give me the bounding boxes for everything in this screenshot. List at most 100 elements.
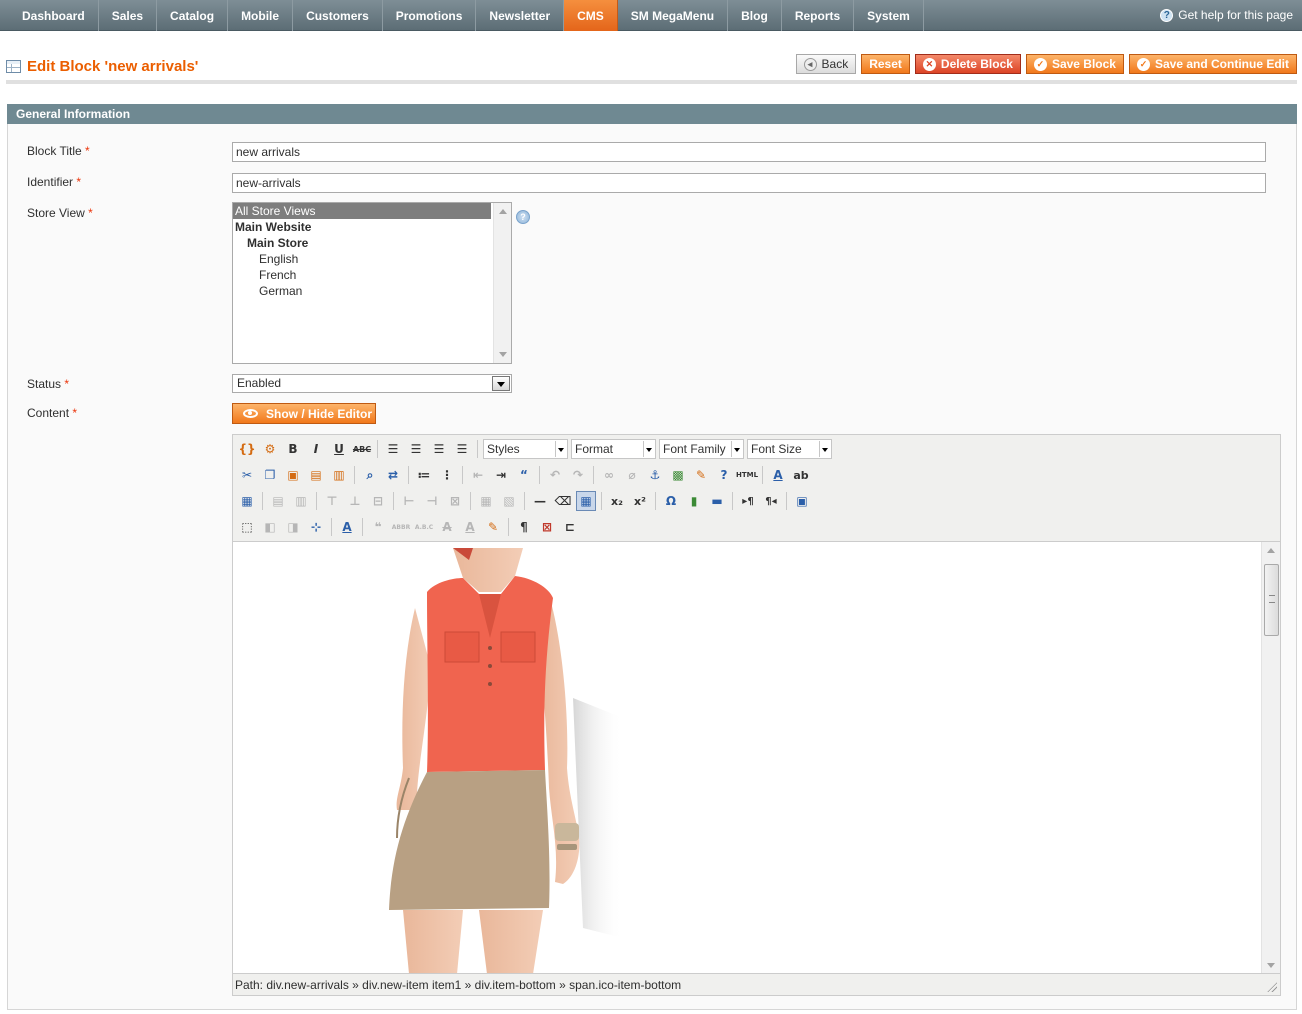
- deletion-icon[interactable]: A: [437, 517, 457, 537]
- reset-button[interactable]: Reset: [861, 54, 910, 74]
- show-hide-editor-button[interactable]: Show / Hide Editor: [232, 403, 376, 424]
- back-button[interactable]: ◂ Back: [795, 54, 857, 74]
- absolute-position-icon[interactable]: ⊹: [306, 517, 326, 537]
- nonbreaking-icon[interactable]: ⊠: [537, 517, 557, 537]
- nav-system[interactable]: System: [854, 0, 924, 31]
- nav-mobile[interactable]: Mobile: [228, 0, 294, 31]
- nav-promotions[interactable]: Promotions: [383, 0, 477, 31]
- cell-props-icon[interactable]: ▥: [291, 491, 311, 511]
- advanced-hr-icon[interactable]: ▬: [707, 491, 727, 511]
- link-icon[interactable]: ∞: [599, 465, 619, 485]
- strikethrough-icon[interactable]: ABC: [352, 439, 372, 459]
- horizontal-rule-icon[interactable]: —: [530, 491, 550, 511]
- nav-dashboard[interactable]: Dashboard: [9, 0, 99, 31]
- store-view-option[interactable]: French: [233, 267, 491, 283]
- abbreviation-icon[interactable]: ABBR: [391, 517, 411, 537]
- visual-aid-icon[interactable]: ▦: [576, 491, 596, 511]
- blockquote-icon[interactable]: “: [514, 465, 534, 485]
- delete-block-button[interactable]: ✕ Delete Block: [914, 54, 1021, 74]
- save-block-button[interactable]: ✓ Save Block: [1025, 54, 1124, 74]
- find-icon[interactable]: ⌕: [360, 465, 380, 485]
- remove-format-icon[interactable]: ⌫: [553, 491, 573, 511]
- paste-text-icon[interactable]: ▤: [306, 465, 326, 485]
- insert-layer-icon[interactable]: ⬚: [237, 517, 257, 537]
- fullscreen-icon[interactable]: ▣: [792, 491, 812, 511]
- ltr-icon[interactable]: ▸¶: [738, 491, 758, 511]
- paste-icon[interactable]: ▣: [283, 465, 303, 485]
- acronym-icon[interactable]: A.B.C: [414, 517, 434, 537]
- store-view-multiselect[interactable]: All Store Views Main Website Main Store …: [232, 202, 512, 364]
- insert-row-before-icon[interactable]: ⊤: [322, 491, 342, 511]
- rtl-icon[interactable]: ¶◂: [761, 491, 781, 511]
- media-icon[interactable]: ▮: [684, 491, 704, 511]
- align-justify-icon[interactable]: ☰: [452, 439, 472, 459]
- indent-icon[interactable]: ⇥: [491, 465, 511, 485]
- attributes-icon[interactable]: ✎: [483, 517, 503, 537]
- copy-icon[interactable]: ❐: [260, 465, 280, 485]
- font-size-dropdown[interactable]: Font Size: [747, 439, 832, 459]
- style-props-icon[interactable]: A: [337, 517, 357, 537]
- nav-customers[interactable]: Customers: [293, 0, 383, 31]
- highlight-color-icon[interactable]: ab: [791, 465, 811, 485]
- paste-word-icon[interactable]: ▥: [329, 465, 349, 485]
- cut-icon[interactable]: ✂: [237, 465, 257, 485]
- font-family-dropdown[interactable]: Font Family: [659, 439, 744, 459]
- italic-icon[interactable]: I: [306, 439, 326, 459]
- format-dropdown[interactable]: Format: [571, 439, 656, 459]
- replace-icon[interactable]: ⇄: [383, 465, 403, 485]
- insert-col-before-icon[interactable]: ⊢: [399, 491, 419, 511]
- align-center-icon[interactable]: ☰: [406, 439, 426, 459]
- save-continue-button[interactable]: ✓ Save and Continue Edit: [1128, 54, 1297, 74]
- unlink-icon[interactable]: ⌀: [622, 465, 642, 485]
- numbered-list-icon[interactable]: ⋮: [437, 465, 457, 485]
- status-select[interactable]: Enabled: [232, 374, 512, 393]
- text-color-icon[interactable]: A: [768, 465, 788, 485]
- pagebreak-icon[interactable]: ⊏: [560, 517, 580, 537]
- nav-blog[interactable]: Blog: [728, 0, 782, 31]
- store-view-option[interactable]: English: [233, 251, 491, 267]
- superscript-icon[interactable]: x²: [630, 491, 650, 511]
- row-props-icon[interactable]: ▤: [268, 491, 288, 511]
- visual-chars-icon[interactable]: ¶: [514, 517, 534, 537]
- split-cells-icon[interactable]: ▦: [476, 491, 496, 511]
- insert-row-after-icon[interactable]: ⊥: [345, 491, 365, 511]
- redo-icon[interactable]: ↷: [568, 465, 588, 485]
- cite-icon[interactable]: ❝: [368, 517, 388, 537]
- insert-variable-icon[interactable]: {}: [237, 439, 257, 459]
- cleanup-icon[interactable]: ✎: [691, 465, 711, 485]
- nav-sales[interactable]: Sales: [99, 0, 158, 31]
- nav-cms[interactable]: CMS: [564, 0, 618, 31]
- delete-col-icon[interactable]: ⊠: [445, 491, 465, 511]
- delete-row-icon[interactable]: ⊟: [368, 491, 388, 511]
- insert-col-after-icon[interactable]: ⊣: [422, 491, 442, 511]
- help-icon[interactable]: ?: [516, 210, 530, 224]
- underline-icon[interactable]: U: [329, 439, 349, 459]
- image-icon[interactable]: ▩: [668, 465, 688, 485]
- outdent-icon[interactable]: ⇤: [468, 465, 488, 485]
- nav-sm-megamenu[interactable]: SM MegaMenu: [618, 0, 729, 31]
- block-title-input[interactable]: [232, 142, 1266, 162]
- editor-scrollbar[interactable]: [1261, 542, 1280, 973]
- insert-widget-icon[interactable]: ⚙: [260, 439, 280, 459]
- table-icon[interactable]: ▦: [237, 491, 257, 511]
- store-view-option[interactable]: German: [233, 283, 491, 299]
- store-view-option[interactable]: Main Store: [233, 235, 491, 251]
- store-view-option[interactable]: Main Website: [233, 219, 491, 235]
- nav-newsletter[interactable]: Newsletter: [476, 0, 565, 31]
- undo-icon[interactable]: ↶: [545, 465, 565, 485]
- resize-grip-icon[interactable]: [1267, 982, 1277, 992]
- scroll-thumb[interactable]: [1264, 564, 1279, 636]
- insertion-icon[interactable]: A: [460, 517, 480, 537]
- move-forward-icon[interactable]: ◧: [260, 517, 280, 537]
- move-backward-icon[interactable]: ◨: [283, 517, 303, 537]
- align-left-icon[interactable]: ☰: [383, 439, 403, 459]
- store-view-option[interactable]: All Store Views: [233, 203, 491, 219]
- merge-cells-icon[interactable]: ▧: [499, 491, 519, 511]
- bullet-list-icon[interactable]: ≔: [414, 465, 434, 485]
- nav-catalog[interactable]: Catalog: [157, 0, 229, 31]
- help-link[interactable]: ? Get help for this page: [1160, 8, 1293, 22]
- nav-reports[interactable]: Reports: [782, 0, 855, 31]
- bold-icon[interactable]: B: [283, 439, 303, 459]
- store-view-scrollbar[interactable]: [493, 203, 511, 363]
- subscript-icon[interactable]: x₂: [607, 491, 627, 511]
